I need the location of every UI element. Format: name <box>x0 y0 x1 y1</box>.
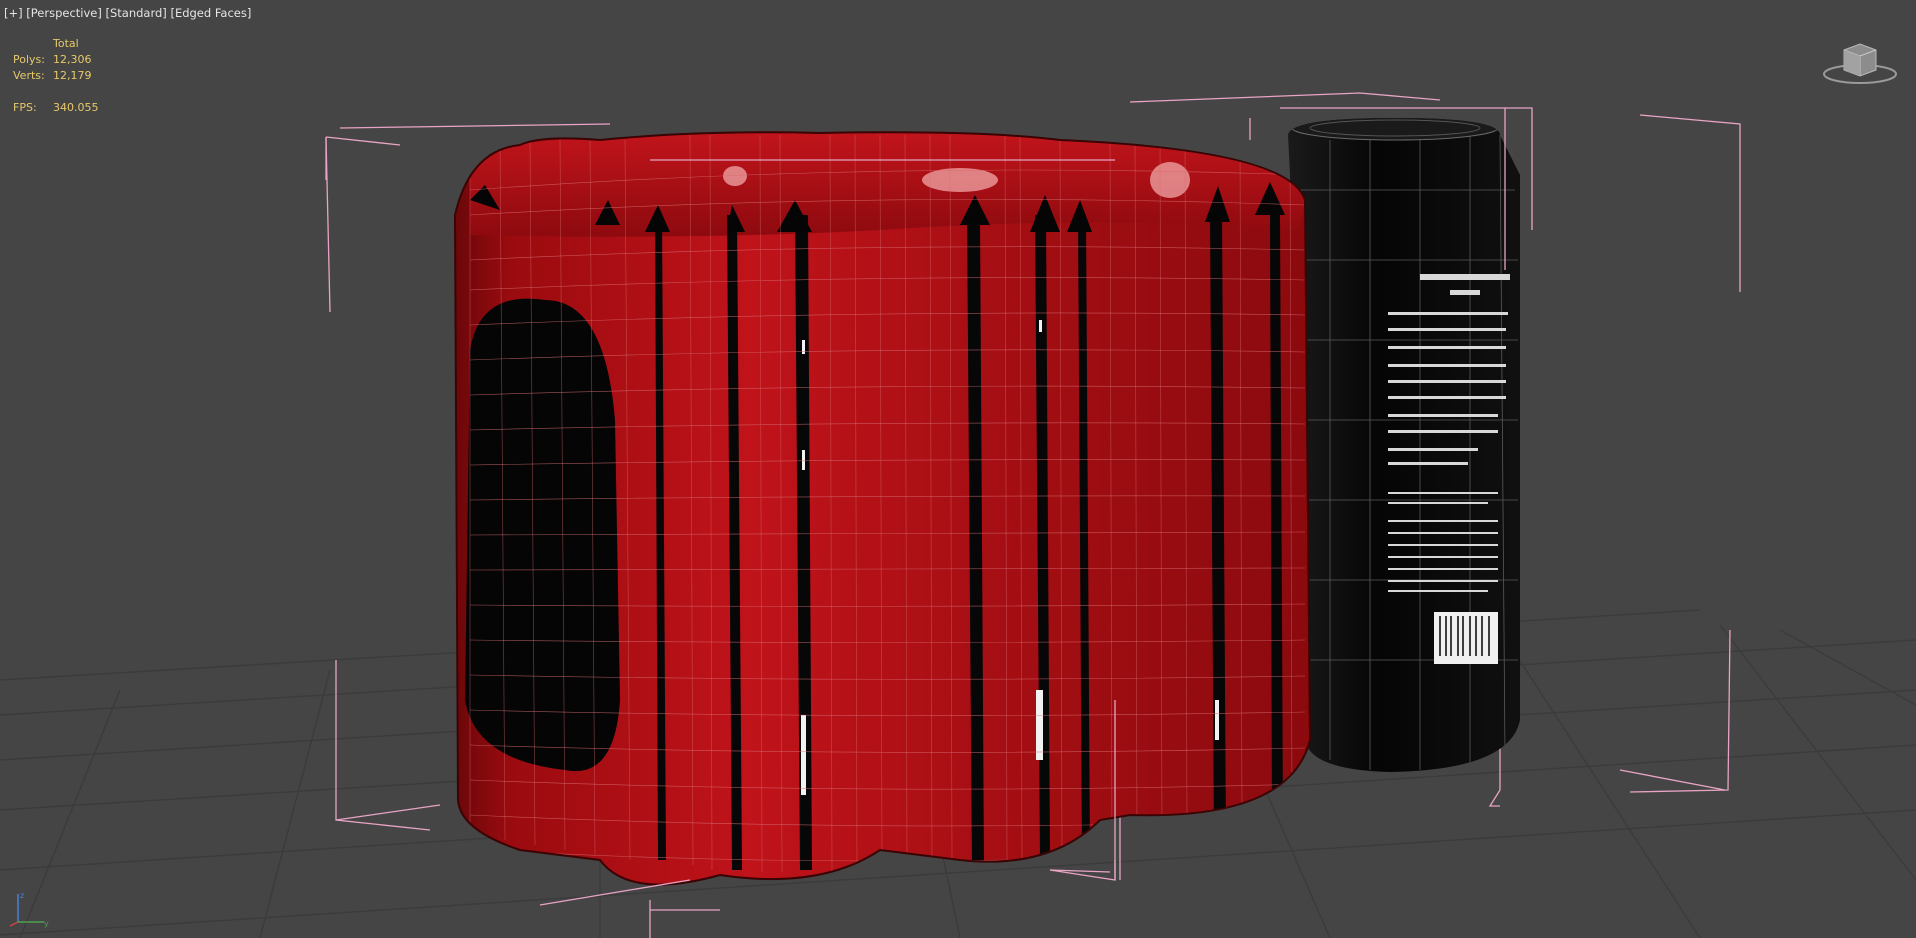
black-can <box>1288 118 1520 772</box>
scene-canvas[interactable] <box>0 0 1916 938</box>
verts-value: 12,179 <box>53 69 92 82</box>
svg-text:y: y <box>44 919 49 928</box>
red-shrink-wrap-pack <box>455 132 1310 885</box>
perspective-viewport[interactable]: [+] [Perspective] [Standard] [Edged Face… <box>0 0 1916 938</box>
svg-text:z: z <box>20 891 24 900</box>
polys-value: 12,306 <box>53 53 92 66</box>
viewport-shading-mode[interactable]: [Standard] <box>106 6 167 20</box>
verts-label: Verts: <box>13 69 45 82</box>
viewport-point-of-view[interactable]: [Perspective] <box>26 6 102 20</box>
fps-label: FPS: <box>13 101 37 114</box>
stats-header: Total <box>53 37 79 50</box>
viewport-menu-plus[interactable]: [+] <box>4 6 23 20</box>
fps-value: 340.055 <box>53 101 99 114</box>
viewport-display-mode[interactable]: [Edged Faces] <box>170 6 251 20</box>
polys-label: Polys: <box>13 53 45 66</box>
viewcube-icon[interactable] <box>1822 36 1898 86</box>
axis-tripod-icon: z y <box>9 891 49 928</box>
viewport-label[interactable]: [+] [Perspective] [Standard] [Edged Face… <box>4 6 251 20</box>
